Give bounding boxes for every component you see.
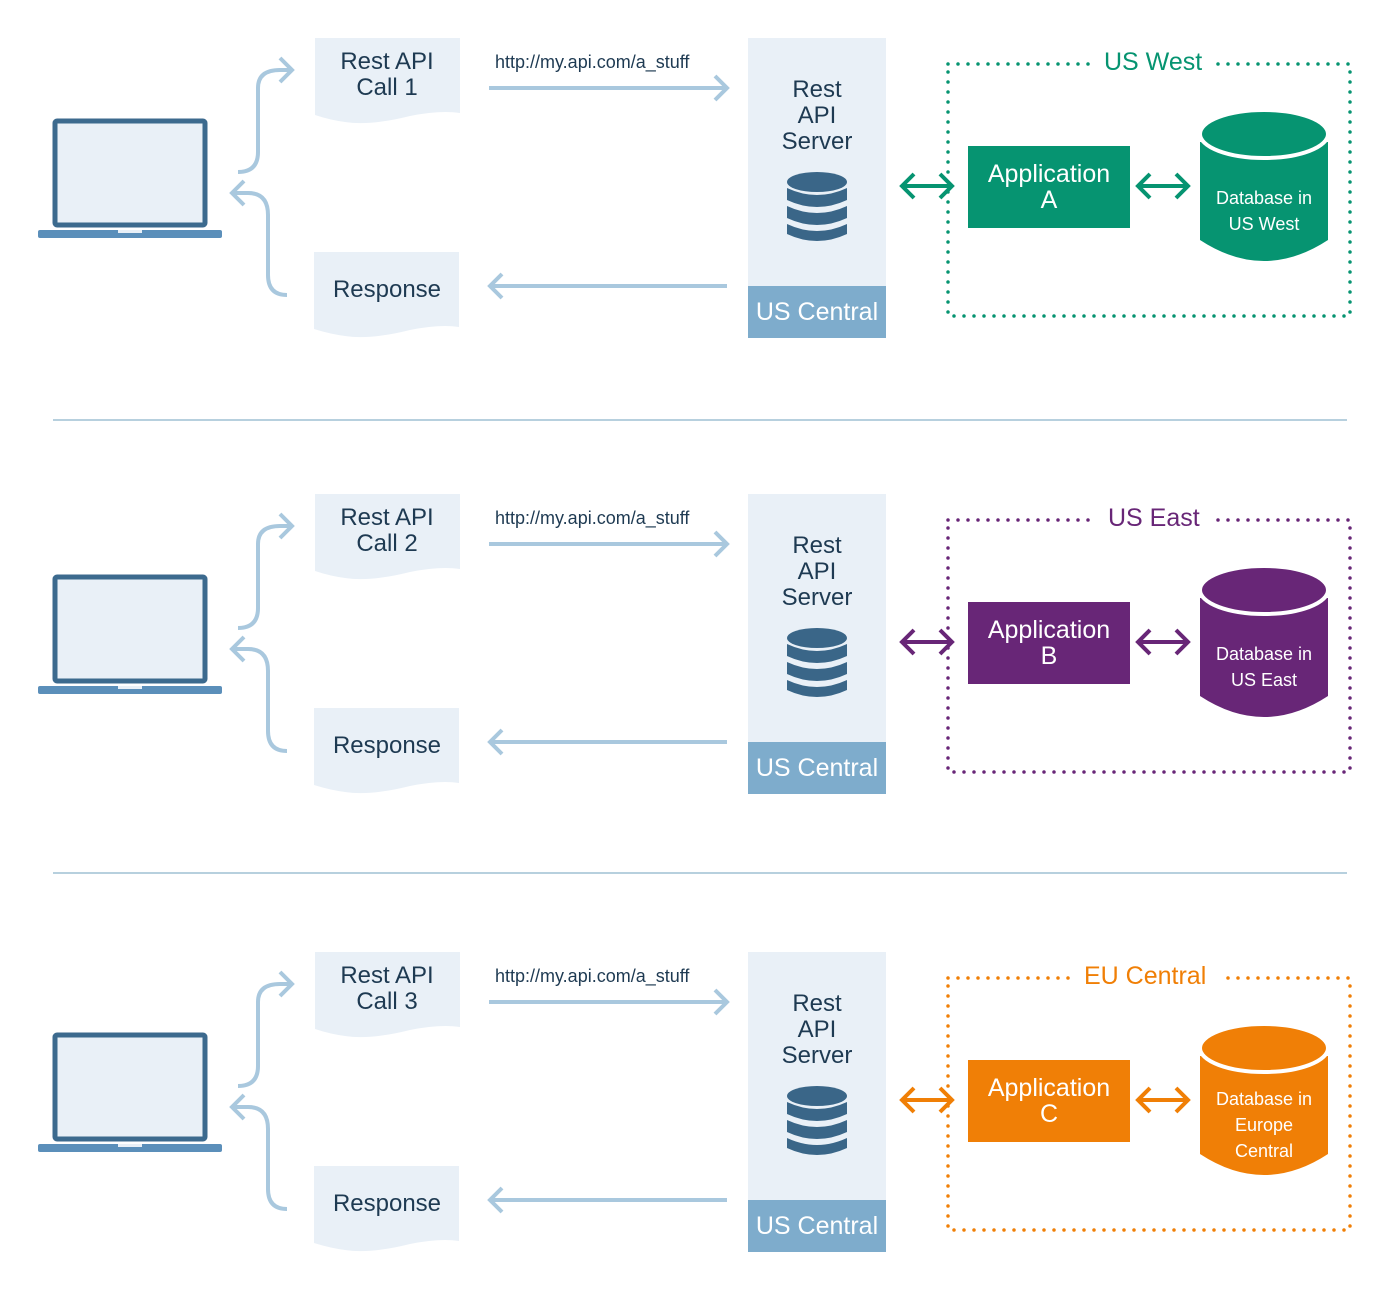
divider	[53, 872, 1347, 874]
application-box: Application C	[968, 1060, 1130, 1142]
response-arrow	[232, 1105, 288, 1211]
request-label-line2: Call 2	[356, 530, 418, 557]
database-label-line1: Database in	[1215, 1089, 1313, 1109]
request-label-line1: Rest API	[340, 504, 434, 531]
database-label-line2: Europe	[1234, 1115, 1294, 1135]
server-label: Rest API Server	[748, 77, 886, 155]
application-label-line2: B	[1040, 642, 1058, 670]
region-database-label: Database in US West	[1199, 185, 1329, 237]
database-label-line2: US West	[1228, 214, 1300, 234]
flow-panel: Rest API Call 1 Response http://my.api.c…	[0, 30, 1400, 350]
application-label-line1: Application	[987, 160, 1111, 188]
divider	[53, 419, 1347, 421]
database-label-line3: Central	[1234, 1141, 1294, 1161]
server-app-double-arrow	[899, 628, 955, 656]
region-title: US East	[1094, 503, 1214, 533]
database-label-line1: Database in	[1215, 188, 1313, 208]
request-arrow	[237, 982, 292, 1088]
flow-panel: Rest API Call 3 Response http://my.api.c…	[0, 944, 1400, 1264]
server-app-double-arrow	[899, 1086, 955, 1114]
request-label: Rest API Call 3	[314, 963, 460, 1015]
region-title: EU Central	[1070, 961, 1221, 991]
app-db-double-arrow	[1135, 172, 1191, 200]
request-label-line2: Call 1	[356, 74, 418, 101]
server-region-label: US Central	[748, 286, 886, 338]
server-label-line1: Rest	[792, 990, 842, 1017]
request-label-line2: Call 3	[356, 988, 418, 1015]
region-database-label: Database in US East	[1199, 641, 1329, 693]
server-label-line1: Rest	[792, 76, 842, 103]
server-label-line3: Server	[781, 128, 853, 155]
server-region-label: US Central	[748, 1200, 886, 1252]
request-label: Rest API Call 1	[314, 49, 460, 101]
request-label-line1: Rest API	[340, 962, 434, 989]
laptop-icon	[38, 574, 222, 694]
response-arrow	[232, 191, 288, 297]
application-label-line2: A	[1040, 186, 1058, 214]
request-label: Rest API Call 2	[314, 505, 460, 557]
laptop-icon	[38, 1032, 222, 1152]
request-arrow	[237, 524, 292, 630]
application-box: Application B	[968, 602, 1130, 684]
server-label-line2: API	[797, 558, 837, 585]
flow-panel: Rest API Call 2 Response http://my.api.c…	[0, 486, 1400, 806]
application-label-line2: C	[1039, 1100, 1059, 1128]
server-region-label: US Central	[748, 742, 886, 794]
response-label: Response	[314, 1191, 460, 1217]
laptop-icon	[38, 118, 222, 238]
app-db-double-arrow	[1135, 628, 1191, 656]
server-label: Rest API Server	[748, 533, 886, 611]
response-arrow	[232, 647, 288, 753]
server-label-line3: Server	[781, 1042, 853, 1069]
region-title: US West	[1090, 47, 1217, 77]
application-label-line1: Application	[987, 1074, 1111, 1102]
panel-graphics	[38, 38, 1352, 338]
server-label-line2: API	[797, 1016, 837, 1043]
server-label: Rest API Server	[748, 991, 886, 1069]
server-label-line1: Rest	[792, 532, 842, 559]
url-label: http://my.api.com/a_stuff	[495, 52, 690, 72]
panel-graphics	[38, 952, 1352, 1252]
database-label-line2: US East	[1230, 670, 1298, 690]
region-database-label: Database in Europe Central	[1199, 1086, 1329, 1164]
server-label-line3: Server	[781, 584, 853, 611]
panel-graphics	[38, 494, 1352, 794]
application-label-line1: Application	[987, 616, 1111, 644]
request-label-line1: Rest API	[340, 48, 434, 75]
response-label-text: Response	[332, 732, 442, 759]
app-db-double-arrow	[1135, 1086, 1191, 1114]
url-label: http://my.api.com/a_stuff	[495, 966, 690, 986]
response-label: Response	[314, 733, 460, 759]
server-label-line2: API	[797, 102, 837, 129]
url-label: http://my.api.com/a_stuff	[495, 508, 690, 528]
response-label: Response	[314, 277, 460, 303]
request-arrow	[237, 68, 292, 174]
application-box: Application A	[968, 146, 1130, 228]
response-label-text: Response	[332, 1190, 442, 1217]
server-app-double-arrow	[899, 172, 955, 200]
database-label-line1: Database in	[1215, 644, 1313, 664]
response-label-text: Response	[332, 276, 442, 303]
